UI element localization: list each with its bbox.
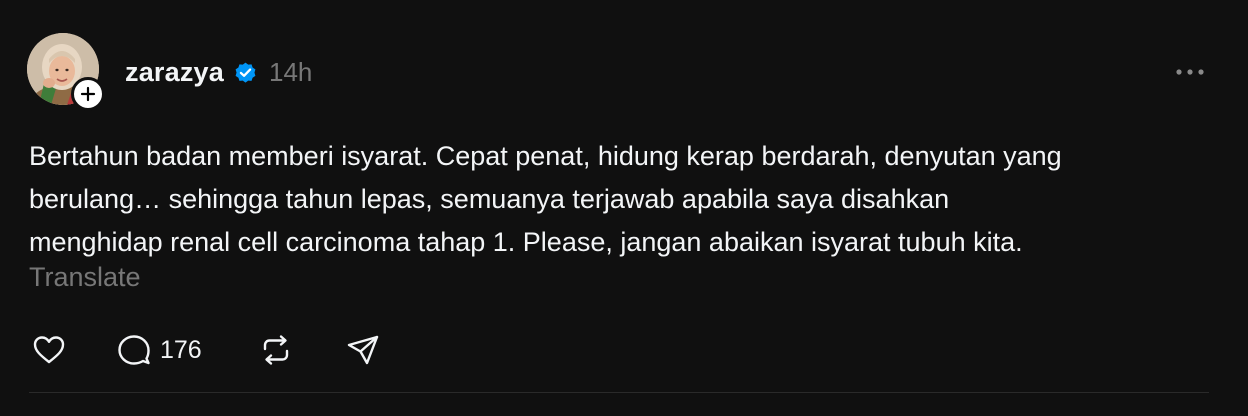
- repost-icon: [263, 335, 289, 365]
- reply-button[interactable]: 176: [116, 330, 202, 370]
- like-button[interactable]: [31, 330, 67, 370]
- post-body-line: Bertahun badan memberi isyarat. Cepat pe…: [29, 141, 1062, 171]
- post-body-line: berulang… sehingga tahun lepas, semuanya…: [29, 184, 950, 214]
- plus-icon: [80, 86, 96, 102]
- more-options-button[interactable]: [1170, 60, 1210, 84]
- thread-post: zarazya 14h Bertahun badan memberi isyar…: [0, 0, 1248, 416]
- post-body: Bertahun badan memberi isyarat. Cepat pe…: [29, 135, 1219, 264]
- reply-count: 176: [160, 335, 202, 364]
- author-avatar-container[interactable]: [27, 33, 105, 111]
- repost-button[interactable]: [258, 330, 294, 370]
- username[interactable]: zarazya: [125, 57, 224, 88]
- more-horizontal-icon: [1176, 69, 1204, 75]
- post-header: zarazya 14h: [125, 54, 312, 90]
- share-button[interactable]: [345, 330, 381, 370]
- post-divider: [29, 392, 1209, 393]
- post-timestamp[interactable]: 14h: [269, 57, 312, 88]
- comment-icon: [118, 335, 150, 365]
- send-icon: [347, 335, 379, 365]
- follow-button[interactable]: [71, 77, 105, 111]
- post-body-line: menghidap renal cell carcinoma tahap 1. …: [29, 227, 1023, 257]
- heart-icon: [33, 336, 65, 364]
- verified-badge-icon: [235, 62, 256, 83]
- post-actions: 176: [0, 330, 1248, 370]
- translate-link[interactable]: Translate: [29, 262, 141, 293]
